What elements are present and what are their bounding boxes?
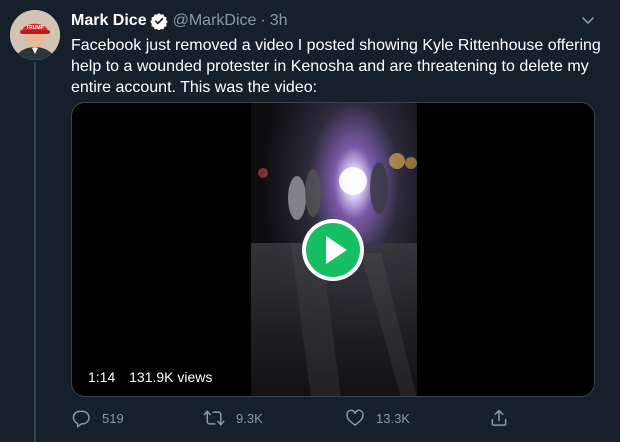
reply-icon xyxy=(71,408,91,428)
tweet-text-line: Facebook just removed a video I posted s… xyxy=(71,37,601,54)
like-icon xyxy=(345,408,365,428)
tweet-time[interactable]: 3h xyxy=(270,12,288,30)
verified-badge-icon xyxy=(149,12,168,31)
like-count: 13.3K xyxy=(376,410,410,426)
retweet-count: 9.3K xyxy=(236,410,263,426)
author-handle[interactable]: @MarkDice xyxy=(173,12,257,30)
video-views: 131.9K views xyxy=(129,369,213,385)
tweet[interactable]: TRUMP Mark Dice @MarkDice · 3h Facebook … xyxy=(0,0,620,442)
video-duration: 1:14 xyxy=(88,369,116,385)
separator-dot: · xyxy=(260,12,266,29)
reply-count: 519 xyxy=(102,410,124,426)
retweet-button[interactable]: 9.3K xyxy=(203,405,263,431)
tweet-text: Facebook just removed a video I posted s… xyxy=(71,35,601,98)
video-player[interactable]: 1:14 131.9K views xyxy=(71,102,595,397)
avatar-hat-text: TRUMP xyxy=(26,25,44,31)
share-icon xyxy=(489,408,509,428)
thread-line xyxy=(34,62,36,442)
avatar[interactable]: TRUMP xyxy=(10,10,60,60)
author-name[interactable]: Mark Dice xyxy=(71,12,147,30)
tweet-header: Mark Dice @MarkDice · 3h xyxy=(71,10,288,32)
reply-button[interactable]: 519 xyxy=(71,405,124,431)
play-icon[interactable] xyxy=(300,217,366,283)
video-info: 1:14 131.9K views xyxy=(88,369,222,385)
tweet-text-line: help to a wounded protester in Kenosha a… xyxy=(71,58,589,75)
retweet-icon xyxy=(203,408,225,428)
tweet-text-line: entire account. This was the video: xyxy=(71,79,318,96)
tweet-actions: 519 9.3K 13.3K xyxy=(71,405,601,431)
like-button[interactable]: 13.3K xyxy=(345,405,410,431)
share-button[interactable] xyxy=(489,405,509,431)
chevron-down-icon[interactable] xyxy=(580,12,596,28)
